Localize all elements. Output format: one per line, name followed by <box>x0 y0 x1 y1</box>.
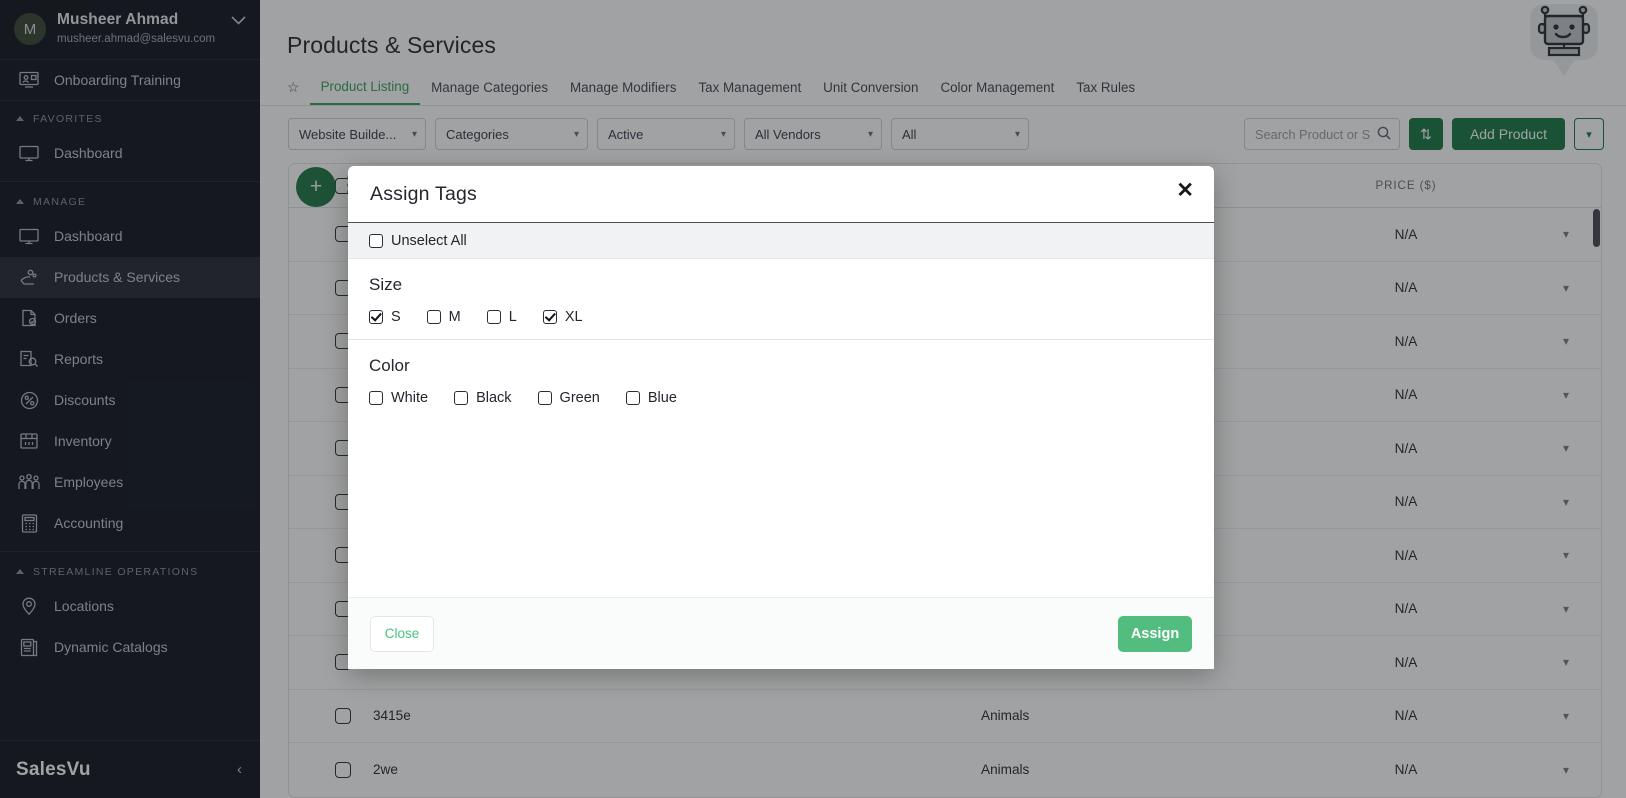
tag-option-blue[interactable]: Blue <box>625 390 677 406</box>
app-root: M Musheer Ahmad musheer.ahmad@salesvu.co… <box>0 0 1626 798</box>
modal-header: Assign Tags ✕ <box>348 166 1214 223</box>
tag-section-color: Color White Black Green Blue <box>348 340 1214 420</box>
modal-title: Assign Tags <box>370 182 477 205</box>
tag-options: S M L XL <box>369 309 1214 325</box>
tag-option-label: White <box>391 390 429 406</box>
tag-option-l[interactable]: L <box>486 309 517 325</box>
tag-option-label: S <box>391 309 401 325</box>
unselect-all-row[interactable]: Unselect All <box>348 223 1214 259</box>
tag-option-m[interactable]: M <box>426 309 461 325</box>
tag-option-label: L <box>508 309 517 325</box>
tag-options: White Black Green Blue <box>369 390 1214 406</box>
assign-button[interactable]: Assign <box>1118 615 1192 652</box>
tag-checkbox[interactable] <box>369 391 383 405</box>
tag-checkbox[interactable] <box>426 310 441 324</box>
tag-checkbox[interactable] <box>625 391 640 405</box>
tag-checkbox[interactable] <box>486 310 501 324</box>
tag-section-title: Color <box>369 356 410 375</box>
tag-option-s[interactable]: S <box>369 309 401 325</box>
close-button[interactable]: Close <box>370 615 434 652</box>
tag-checkbox[interactable] <box>537 391 552 405</box>
tag-option-label: Green <box>559 390 600 406</box>
close-icon[interactable]: ✕ <box>1176 180 1194 201</box>
tag-option-label: XL <box>564 309 583 325</box>
tag-checkbox[interactable] <box>542 310 557 324</box>
tag-option-green[interactable]: Green <box>537 390 600 406</box>
tag-option-white[interactable]: White <box>369 390 428 406</box>
tag-option-label: Black <box>476 390 512 406</box>
tag-section-size: Size S M L XL <box>348 259 1214 340</box>
tag-option-xl[interactable]: XL <box>542 309 583 325</box>
modal-body: Unselect All Size S M L XL Color White B… <box>348 223 1214 597</box>
tag-option-label: Blue <box>647 390 677 406</box>
tag-option-black[interactable]: Black <box>454 390 512 406</box>
tag-section-title: Size <box>369 275 403 294</box>
unselect-all-label: Unselect All <box>391 232 467 249</box>
modal-footer: Close Assign <box>348 597 1214 669</box>
unselect-all-checkbox[interactable] <box>369 233 383 248</box>
assign-tags-modal: Assign Tags ✕ Unselect All Size S M L XL… <box>348 166 1214 669</box>
tag-checkbox[interactable] <box>454 391 469 405</box>
tag-checkbox[interactable] <box>369 310 383 324</box>
tag-option-label: M <box>448 309 461 325</box>
